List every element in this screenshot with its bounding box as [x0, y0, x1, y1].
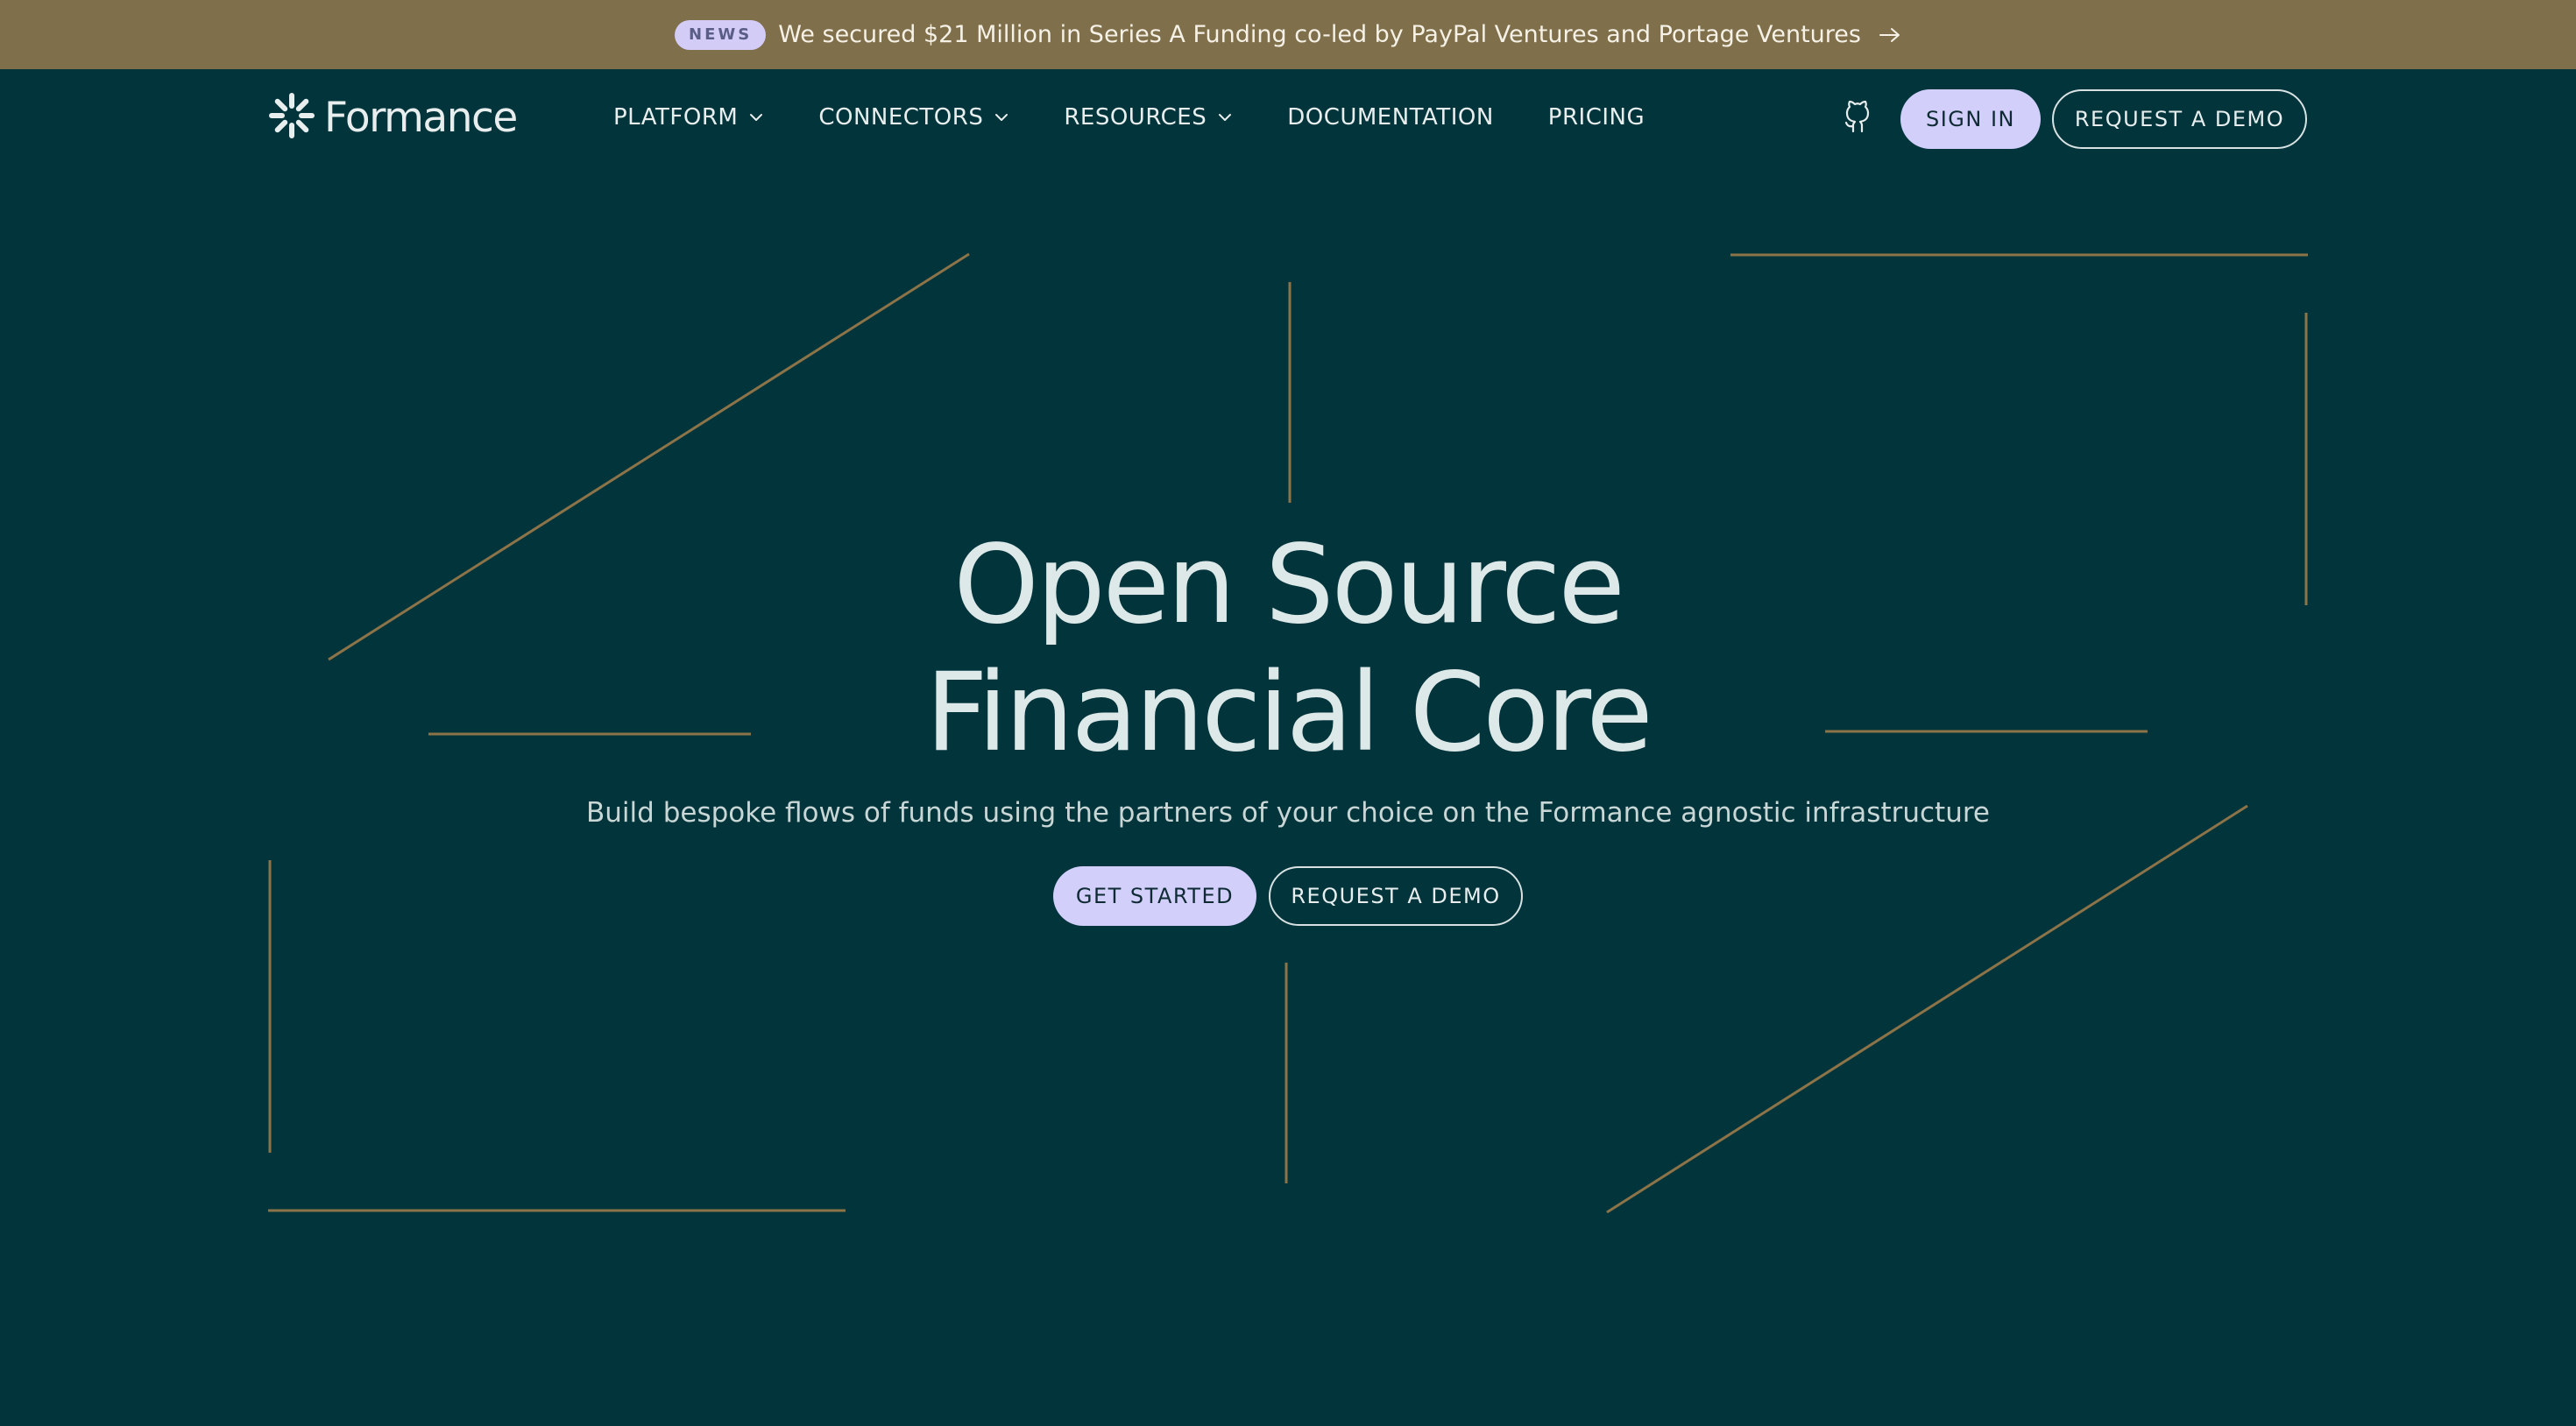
hero-subtitle: Build bespoke flows of funds using the p…: [586, 797, 1990, 829]
get-started-button[interactable]: GET STARTED: [1053, 866, 1256, 926]
hero-title: Open Source Financial Core: [0, 521, 2576, 777]
hero-title-line-2: Financial Core: [925, 650, 1652, 776]
hero-title-line-1: Open Source: [953, 522, 1625, 648]
request-demo-hero-button[interactable]: REQUEST A DEMO: [1269, 866, 1523, 926]
